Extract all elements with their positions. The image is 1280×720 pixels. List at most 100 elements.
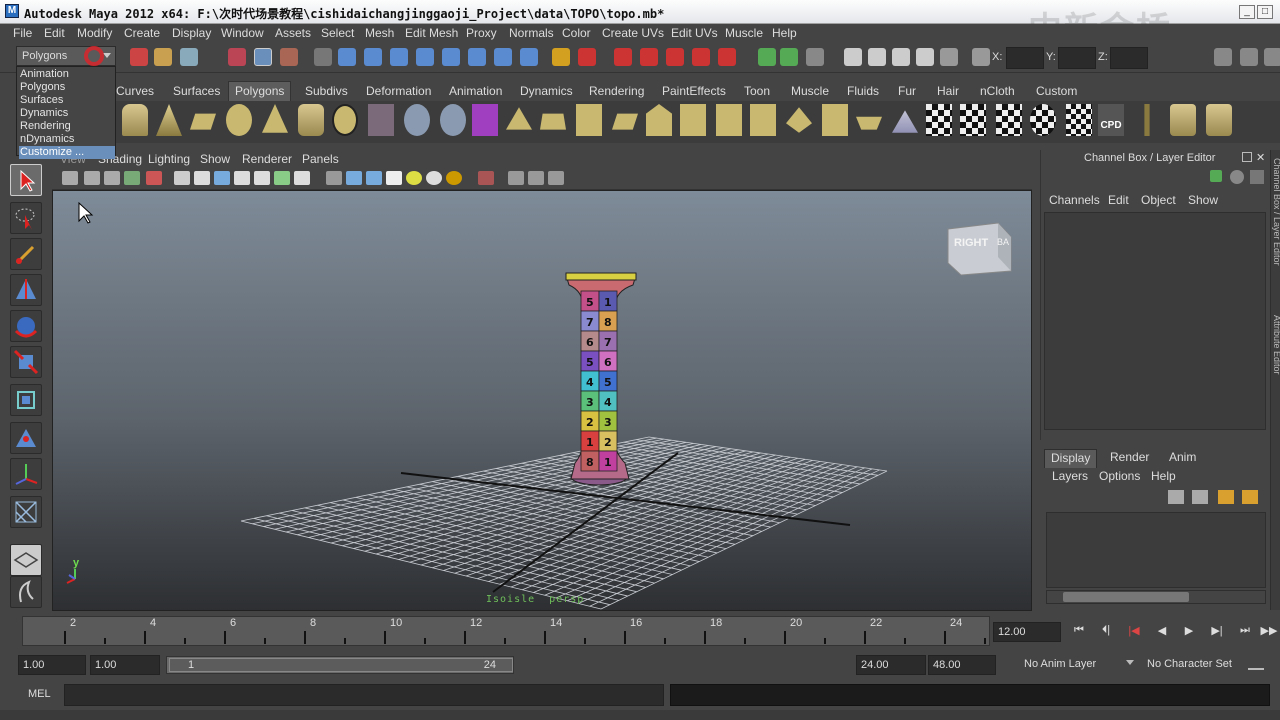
float-panel-icon[interactable] <box>1242 152 1252 162</box>
select-misc-icon[interactable] <box>520 48 538 66</box>
safe-title-icon[interactable] <box>294 171 310 185</box>
snap-to-view-plane-icon[interactable] <box>692 48 710 66</box>
view-cube[interactable] <box>947 222 1012 276</box>
select-by-deform-icon[interactable] <box>442 48 460 66</box>
dropdown-item-ndynamics[interactable]: nDynamics <box>19 133 115 146</box>
split-edge-icon[interactable] <box>750 104 776 136</box>
shelf-tab-dynamics[interactable]: Dynamics <box>520 84 573 98</box>
maximize-button[interactable]: □ <box>1257 5 1273 19</box>
shelf-tab-deformation[interactable]: Deformation <box>366 84 431 98</box>
layer-menu-help[interactable]: Help <box>1151 469 1176 483</box>
cb-menu-show[interactable]: Show <box>1188 193 1218 207</box>
shelf-tab-surfaces[interactable]: Surfaces <box>173 84 220 98</box>
shelf-tab-hair[interactable]: Hair <box>937 84 959 98</box>
menu-file[interactable]: File <box>13 26 32 40</box>
resolution-gate-icon[interactable] <box>214 171 230 185</box>
current-time-field[interactable]: 12.00 <box>993 622 1061 642</box>
gate-mask-icon[interactable] <box>234 171 250 185</box>
x-coord-field[interactable] <box>1006 47 1044 69</box>
character-set-selector[interactable]: No Character Set <box>1147 658 1232 670</box>
z-coord-field[interactable] <box>1110 47 1148 69</box>
panel-menu-renderer[interactable]: Renderer <box>242 152 292 166</box>
anim-layer-chevron-icon[interactable] <box>1126 660 1134 665</box>
dropdown-item-surfaces[interactable]: Surfaces <box>19 94 115 107</box>
paint-select-tool-icon[interactable] <box>10 238 42 270</box>
play-forwards-button[interactable]: ▶ <box>1180 624 1198 640</box>
layer-horizontal-scrollbar[interactable] <box>1046 590 1266 604</box>
shelf-tab-polygons[interactable]: Polygons <box>228 81 292 101</box>
maya-app-icon[interactable]: M <box>5 4 19 18</box>
separate-icon[interactable] <box>404 104 430 136</box>
shelf-tab-curves[interactable]: Curves <box>116 84 154 98</box>
soft-modification-icon[interactable] <box>10 422 42 454</box>
playback-end-field[interactable]: 24.00 <box>856 655 926 675</box>
ipr-render-icon[interactable] <box>892 48 910 66</box>
menu-proxy[interactable]: Proxy <box>466 26 497 40</box>
menu-muscle[interactable]: Muscle <box>725 26 763 40</box>
high-quality-icon[interactable] <box>446 171 462 185</box>
shelf-tab-muscle[interactable]: Muscle <box>791 84 829 98</box>
dropdown-item-animation[interactable]: Animation <box>19 68 115 81</box>
go-to-end-button[interactable]: ⏭ <box>1236 624 1254 640</box>
layer-tab-render[interactable]: Render <box>1104 449 1155 468</box>
transform-input-icon[interactable] <box>972 48 990 66</box>
menu-window[interactable]: Window <box>221 26 264 40</box>
layer-list[interactable] <box>1046 512 1266 588</box>
play-backwards-button[interactable]: ◀ <box>1153 624 1171 640</box>
shelf-tab-fur[interactable]: Fur <box>898 84 916 98</box>
lock-selection-icon[interactable] <box>552 48 570 66</box>
shelf-tab-fluids[interactable]: Fluids <box>847 84 879 98</box>
menu-modify[interactable]: Modify <box>77 26 112 40</box>
textured-icon[interactable] <box>386 171 402 185</box>
y-coord-field[interactable] <box>1058 47 1096 69</box>
command-input[interactable] <box>64 684 664 706</box>
minimize-button[interactable]: _ <box>1239 5 1255 19</box>
attribute-editor-toggle-icon[interactable] <box>1214 48 1232 66</box>
append-polygon-icon[interactable] <box>576 104 602 136</box>
select-object-icon[interactable] <box>254 48 272 66</box>
uv-checker-icon[interactable] <box>926 104 952 136</box>
outliner-layout-icon[interactable] <box>10 576 42 608</box>
select-by-dynamic-icon[interactable] <box>468 48 486 66</box>
xray-icon[interactable] <box>508 171 524 185</box>
time-slider[interactable] <box>22 616 990 646</box>
layer-tab-anim[interactable]: Anim <box>1163 449 1202 468</box>
shadows-icon[interactable] <box>426 171 442 185</box>
layer-menu-layers[interactable]: Layers <box>1052 469 1088 483</box>
side-tab-channel-box[interactable]: Channel Box / Layer Editor <box>1272 158 1280 266</box>
show-manipulator-icon[interactable] <box>10 458 42 490</box>
menu-display[interactable]: Display <box>172 26 211 40</box>
cb-menu-channels[interactable]: Channels <box>1049 193 1100 207</box>
dropdown-item-dynamics[interactable]: Dynamics <box>19 107 115 120</box>
smooth-icon[interactable] <box>440 104 466 136</box>
save-scene-icon[interactable] <box>180 48 198 66</box>
dropdown-item-polygons[interactable]: Polygons <box>19 81 115 94</box>
grid-toggle-icon[interactable] <box>174 171 190 185</box>
select-tool-icon[interactable] <box>10 164 42 196</box>
menu-mesh[interactable]: Mesh <box>365 26 394 40</box>
step-forward-key-button[interactable]: ▶| <box>1208 624 1226 640</box>
spherical-mapping-icon[interactable] <box>1030 104 1056 136</box>
wireframe-on-shaded-icon[interactable] <box>366 171 382 185</box>
perspective-viewport[interactable]: 517867564534231281 RIGHT BA y Isoisle pe… <box>52 190 1032 611</box>
menu-select[interactable]: Select <box>321 26 354 40</box>
select-by-render-icon[interactable] <box>494 48 512 66</box>
menu-create-uvs[interactable]: Create UVs <box>602 26 664 40</box>
channel-box-settings-icon[interactable] <box>1230 170 1244 184</box>
move-pivot-icon[interactable] <box>338 48 356 66</box>
tool-settings-toggle-icon[interactable] <box>1240 48 1258 66</box>
lasso-tool-icon[interactable] <box>10 202 42 234</box>
planar-mapping-icon[interactable] <box>960 104 986 136</box>
playback-start-field[interactable]: 1.00 <box>90 655 160 675</box>
range-slider-handle[interactable]: 1 24 <box>169 658 513 672</box>
menu-help[interactable]: Help <box>772 26 797 40</box>
mel-label[interactable]: MEL <box>28 688 51 700</box>
image-plane-icon[interactable] <box>124 171 140 185</box>
layer-tab-display[interactable]: Display <box>1044 449 1098 468</box>
film-gate-icon[interactable] <box>194 171 210 185</box>
highlight-selection-icon[interactable] <box>578 48 596 66</box>
close-panel-icon[interactable]: ✕ <box>1256 151 1265 164</box>
animation-start-field[interactable]: 1.00 <box>18 655 86 675</box>
cb-menu-edit[interactable]: Edit <box>1108 193 1129 207</box>
input-history-icon[interactable] <box>758 48 776 66</box>
